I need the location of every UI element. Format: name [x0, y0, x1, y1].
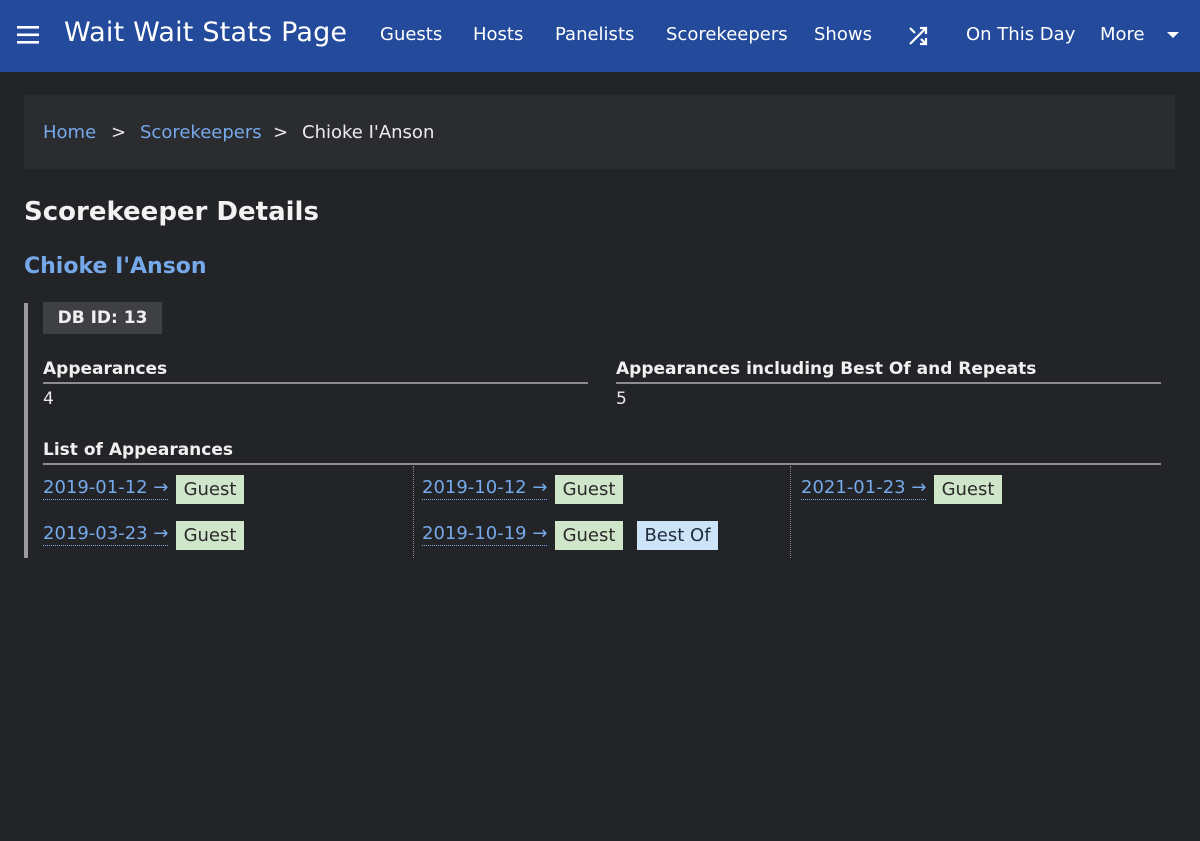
hamburger-menu-icon[interactable]: [17, 26, 41, 44]
appearances-label: Appearances: [43, 359, 168, 379]
breadcrumb-home[interactable]: Home: [43, 122, 96, 143]
nav-guests[interactable]: Guests: [380, 24, 442, 45]
breadcrumb-separator: >: [111, 122, 127, 143]
list-of-appearances-label: List of Appearances: [43, 440, 233, 460]
column-divider: [790, 466, 791, 558]
appearance-date-link[interactable]: 2019-10-12 →: [422, 478, 548, 500]
appearance-date-link[interactable]: 2019-01-12 →: [43, 478, 169, 500]
breadcrumb: Home > Scorekeepers > Chioke I'Anson: [24, 95, 1175, 169]
db-id-badge: DB ID: 13: [43, 302, 162, 334]
nav-scorekeepers[interactable]: Scorekeepers: [666, 24, 788, 45]
nav-more[interactable]: More: [1100, 24, 1145, 45]
guest-badge: Guest: [555, 521, 623, 550]
top-navbar: Wait Wait Stats Page Guests Hosts Paneli…: [0, 0, 1200, 72]
guest-badge: Guest: [176, 475, 244, 504]
nav-on-this-day[interactable]: On This Day: [966, 24, 1075, 45]
nav-panelists[interactable]: Panelists: [555, 24, 634, 45]
guest-badge: Guest: [555, 475, 623, 504]
shuffle-icon[interactable]: [906, 24, 930, 48]
breadcrumb-current: Chioke I'Anson: [302, 122, 435, 143]
page-title: Scorekeeper Details: [24, 197, 319, 227]
appearance-date-link[interactable]: 2021-01-23 →: [801, 478, 927, 500]
best-of-badge: Best Of: [637, 521, 718, 550]
column-divider: [413, 466, 414, 558]
site-title[interactable]: Wait Wait Stats Page: [64, 17, 347, 48]
divider: [616, 382, 1161, 384]
divider: [43, 463, 1161, 465]
appearances-all-label: Appearances including Best Of and Repeat…: [616, 359, 1037, 379]
guest-badge: Guest: [176, 521, 244, 550]
breadcrumb-scorekeepers[interactable]: Scorekeepers: [140, 122, 262, 143]
appearances-value: 4: [43, 389, 54, 409]
guest-badge: Guest: [934, 475, 1002, 504]
caret-down-icon[interactable]: [1166, 31, 1180, 39]
divider: [43, 382, 588, 384]
nav-hosts[interactable]: Hosts: [473, 24, 523, 45]
appearances-all-value: 5: [616, 389, 627, 409]
breadcrumb-separator: >: [273, 122, 289, 143]
appearance-date-link[interactable]: 2019-03-23 →: [43, 524, 169, 546]
appearance-date-link[interactable]: 2019-10-19 →: [422, 524, 548, 546]
details-left-border: [24, 303, 28, 558]
nav-shows[interactable]: Shows: [814, 24, 872, 45]
scorekeeper-name[interactable]: Chioke I'Anson: [24, 254, 207, 279]
